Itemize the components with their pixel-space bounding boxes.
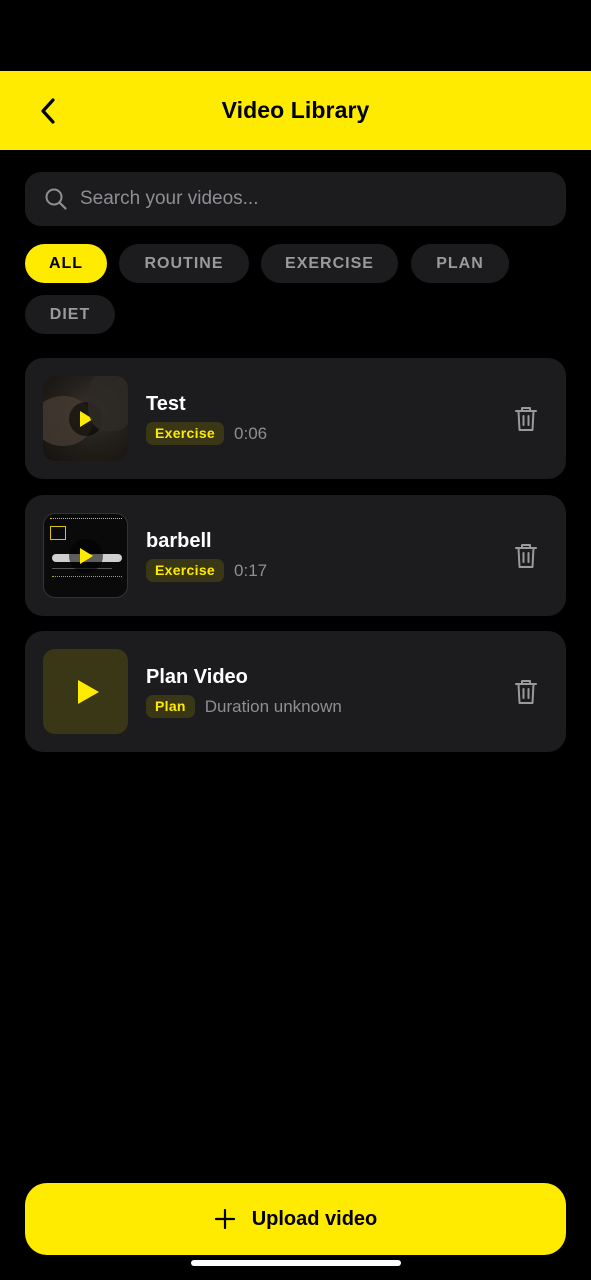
delete-button[interactable]	[513, 405, 539, 433]
home-indicator	[191, 1260, 401, 1266]
video-duration: 0:06	[234, 423, 268, 443]
search-input[interactable]	[80, 188, 520, 210]
thumbnail-detail	[52, 576, 122, 578]
trash-icon	[515, 680, 537, 704]
thumbnail-detail	[50, 518, 122, 521]
trash-icon	[515, 544, 537, 568]
video-title: barbell	[146, 530, 212, 552]
upload-video-button[interactable]: Upload video	[25, 1183, 566, 1255]
play-icon	[77, 679, 99, 704]
chevron-left-icon	[41, 98, 55, 124]
delete-button[interactable]	[513, 542, 539, 570]
video-meta: Exercise 0:17	[146, 559, 267, 582]
upload-button-label: Upload video	[251, 1207, 378, 1230]
play-button[interactable]	[73, 677, 103, 707]
trash-icon	[515, 407, 537, 431]
video-card[interactable]: Plan Video Plan Duration unknown	[25, 631, 566, 752]
filter-chip-diet[interactable]: DIET	[25, 295, 115, 334]
play-button[interactable]	[68, 401, 103, 436]
delete-button[interactable]	[513, 678, 539, 706]
plus-icon	[214, 1208, 236, 1230]
video-title: Plan Video	[146, 666, 248, 688]
page-title: Video Library	[221, 97, 370, 123]
back-button[interactable]	[30, 93, 66, 129]
video-thumbnail[interactable]	[43, 376, 128, 461]
filter-chip-all[interactable]: ALL	[25, 244, 107, 283]
video-title: Test	[146, 393, 186, 415]
play-icon	[79, 410, 93, 427]
video-card[interactable]: Test Exercise 0:06	[25, 358, 566, 479]
play-icon	[79, 547, 93, 564]
play-button[interactable]	[68, 538, 103, 573]
category-badge: Exercise	[146, 422, 225, 445]
thumbnail-detail	[50, 526, 66, 540]
video-meta: Exercise 0:06	[146, 422, 267, 445]
search-bar[interactable]	[25, 172, 566, 226]
search-icon	[44, 187, 68, 211]
video-thumbnail[interactable]	[43, 649, 128, 734]
video-meta: Plan Duration unknown	[146, 695, 342, 718]
category-badge: Plan	[146, 695, 195, 718]
category-badge: Exercise	[146, 559, 225, 582]
video-duration: Duration unknown	[204, 696, 342, 716]
video-card[interactable]: barbell Exercise 0:17	[25, 495, 566, 616]
filter-chip-exercise[interactable]: EXERCISE	[261, 244, 398, 283]
filter-chip-routine[interactable]: ROUTINE	[119, 244, 249, 283]
header-bar: Video Library	[0, 71, 591, 150]
video-duration: 0:17	[234, 560, 268, 580]
filter-chip-plan[interactable]: PLAN	[411, 244, 509, 283]
video-thumbnail[interactable]	[43, 513, 128, 598]
